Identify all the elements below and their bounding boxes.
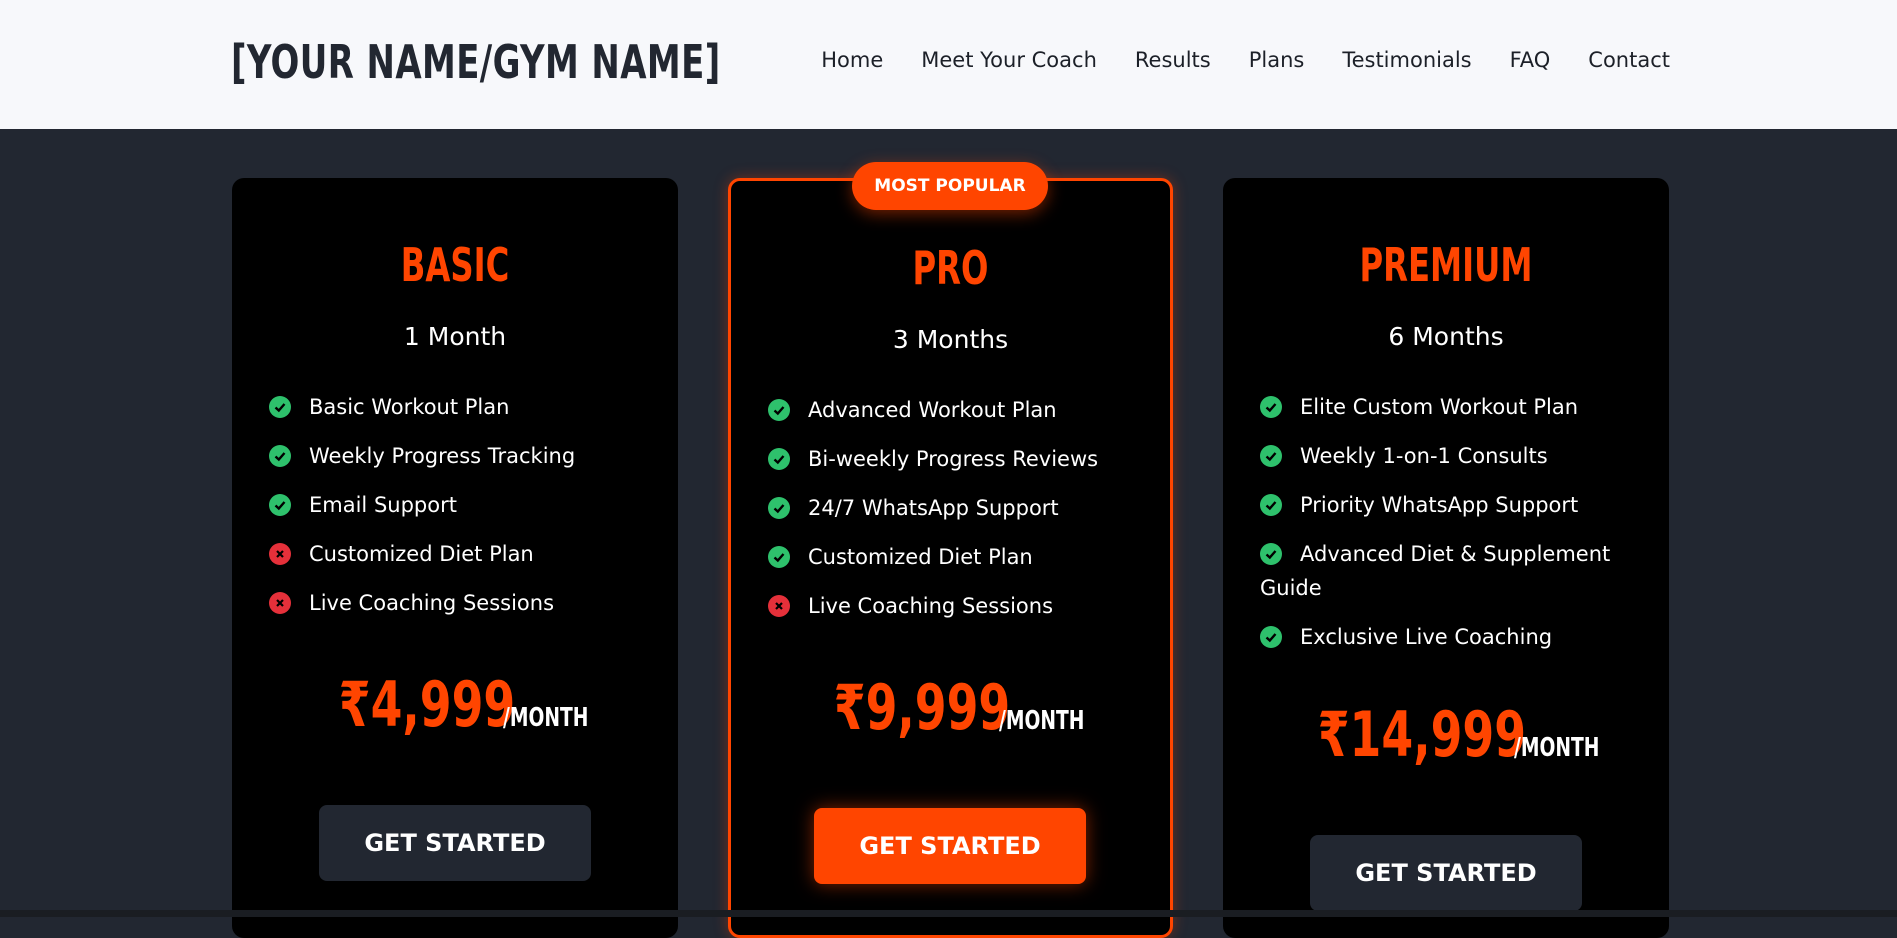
nav-meet-your-coach[interactable]: Meet Your Coach	[921, 48, 1097, 72]
nav-plans[interactable]: Plans	[1249, 48, 1305, 72]
plan-duration: 6 Months	[1388, 322, 1504, 351]
nav-results[interactable]: Results	[1135, 48, 1211, 72]
plan-name: BASIC	[400, 238, 510, 292]
feature-list: Advanced Workout Plan Bi-weekly Progress…	[768, 393, 1150, 638]
cross-icon	[269, 543, 291, 565]
plan-card-basic: BASIC 1 Month Basic Workout Plan Weekly …	[232, 178, 678, 938]
check-icon	[1260, 494, 1282, 516]
feature-item: Live Coaching Sessions	[269, 586, 658, 620]
feature-item: Customized Diet Plan	[768, 540, 1150, 574]
cross-icon	[768, 595, 790, 617]
check-icon	[768, 546, 790, 568]
site-logo[interactable]: [YOUR NAME/GYM NAME]	[231, 33, 721, 91]
nav-home[interactable]: Home	[821, 48, 883, 72]
feature-item: Email Support	[269, 488, 658, 522]
most-popular-badge: MOST POPULAR	[852, 162, 1048, 210]
nav-testimonials[interactable]: Testimonials	[1342, 48, 1471, 72]
feature-item: Bi-weekly Progress Reviews	[768, 442, 1150, 476]
plan-name: PREMIUM	[1359, 238, 1533, 292]
check-icon	[269, 494, 291, 516]
feature-item: Elite Custom Workout Plan	[1260, 390, 1649, 424]
check-icon	[768, 497, 790, 519]
get-started-button-basic[interactable]: GET STARTED	[319, 805, 591, 881]
feature-item: Priority WhatsApp Support	[1260, 488, 1649, 522]
feature-item: Exclusive Live Coaching	[1260, 620, 1649, 654]
feature-item: Customized Diet Plan	[269, 537, 658, 571]
plan-duration: 3 Months	[892, 325, 1009, 354]
get-started-button-pro[interactable]: GET STARTED	[814, 808, 1086, 884]
plan-duration: 1 Month	[403, 322, 507, 351]
page-bottom-edge	[0, 910, 1897, 917]
check-icon	[269, 396, 291, 418]
cross-icon	[269, 592, 291, 614]
main-nav: Home Meet Your Coach Results Plans Testi…	[821, 48, 1670, 72]
plan-card-pro: PRO 3 Months Advanced Workout Plan Bi-we…	[728, 178, 1173, 938]
feature-item: Live Coaching Sessions	[768, 589, 1150, 623]
check-icon	[269, 445, 291, 467]
get-started-button-premium[interactable]: GET STARTED	[1310, 835, 1582, 911]
plan-name: PRO	[912, 241, 989, 295]
plan-card-premium: PREMIUM 6 Months Elite Custom Workout Pl…	[1223, 178, 1669, 938]
plan-price: ₹4,999/MONTH	[338, 668, 589, 741]
feature-item: Weekly Progress Tracking	[269, 439, 658, 473]
check-icon	[768, 448, 790, 470]
feature-item: Basic Workout Plan	[269, 390, 658, 424]
plan-price: ₹14,999/MONTH	[1317, 698, 1600, 771]
feature-item: Advanced Diet & Supplement Guide	[1260, 542, 1611, 600]
site-header: [YOUR NAME/GYM NAME] Home Meet Your Coac…	[0, 0, 1897, 129]
check-icon	[1260, 445, 1282, 467]
plan-price: ₹9,999/MONTH	[834, 671, 1085, 744]
feature-list: Basic Workout Plan Weekly Progress Track…	[269, 390, 658, 635]
check-icon	[768, 399, 790, 421]
nav-faq[interactable]: FAQ	[1510, 48, 1551, 72]
feature-item: Advanced Workout Plan	[768, 393, 1150, 427]
feature-list: Elite Custom Workout Plan Weekly 1-on-1 …	[1260, 390, 1649, 669]
feature-item: Weekly 1-on-1 Consults	[1260, 439, 1649, 473]
check-icon	[1260, 626, 1282, 648]
nav-contact[interactable]: Contact	[1588, 48, 1670, 72]
check-icon	[1260, 543, 1282, 565]
check-icon	[1260, 396, 1282, 418]
feature-item: 24/7 WhatsApp Support	[768, 491, 1150, 525]
